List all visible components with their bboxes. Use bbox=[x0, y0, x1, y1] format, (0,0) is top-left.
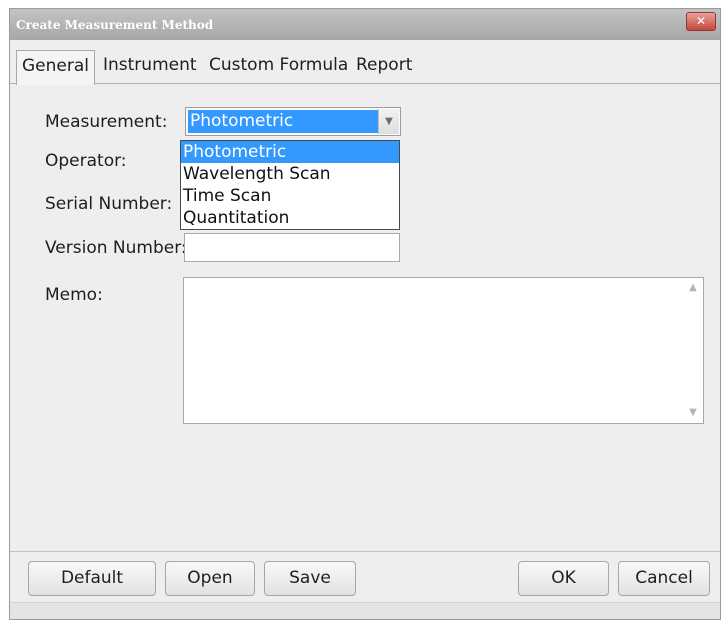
measurement-dropdown-list: Photometric Wavelength Scan Time Scan Qu… bbox=[180, 140, 400, 230]
title-bar[interactable]: Create Measurement Method ✕ bbox=[10, 9, 720, 40]
operator-label: Operator: bbox=[45, 151, 127, 171]
memo-label: Memo: bbox=[45, 285, 103, 305]
tab-general[interactable]: General bbox=[16, 50, 95, 85]
dropdown-option-quantitation[interactable]: Quantitation bbox=[181, 207, 399, 229]
tab-custom-formula[interactable]: Custom Formula bbox=[209, 50, 348, 82]
window-title: Create Measurement Method bbox=[16, 18, 214, 32]
close-button[interactable]: ✕ bbox=[686, 12, 716, 31]
memo-textarea[interactable]: ▲ ▼ bbox=[183, 277, 704, 424]
cancel-button[interactable]: Cancel bbox=[618, 561, 710, 596]
tab-strip: General Instrument Custom Formula Report bbox=[10, 48, 720, 85]
dropdown-option-wavelength-scan[interactable]: Wavelength Scan bbox=[181, 163, 399, 185]
footer-divider bbox=[10, 551, 720, 552]
status-bar bbox=[10, 602, 720, 619]
scroll-up-icon[interactable]: ▲ bbox=[687, 282, 699, 294]
tab-report[interactable]: Report bbox=[356, 50, 412, 82]
dialog-window: Create Measurement Method ✕ General Inst… bbox=[9, 8, 721, 620]
save-button[interactable]: Save bbox=[264, 561, 356, 596]
dropdown-option-photometric[interactable]: Photometric bbox=[181, 141, 399, 163]
close-icon: ✕ bbox=[695, 14, 707, 28]
tab-instrument[interactable]: Instrument bbox=[103, 50, 197, 82]
measurement-combobox[interactable]: Photometric ▼ bbox=[185, 107, 401, 136]
open-button[interactable]: Open bbox=[165, 561, 255, 596]
default-button[interactable]: Default bbox=[28, 561, 156, 596]
version-number-label: Version Number: bbox=[45, 238, 187, 258]
scroll-down-icon[interactable]: ▼ bbox=[687, 407, 699, 419]
version-number-field[interactable] bbox=[184, 233, 400, 262]
measurement-label: Measurement: bbox=[45, 112, 168, 132]
chevron-down-icon[interactable]: ▼ bbox=[378, 109, 399, 134]
ok-button[interactable]: OK bbox=[518, 561, 609, 596]
measurement-selected-value: Photometric bbox=[188, 110, 378, 133]
dropdown-option-time-scan[interactable]: Time Scan bbox=[181, 185, 399, 207]
serial-number-label: Serial Number: bbox=[45, 194, 173, 214]
